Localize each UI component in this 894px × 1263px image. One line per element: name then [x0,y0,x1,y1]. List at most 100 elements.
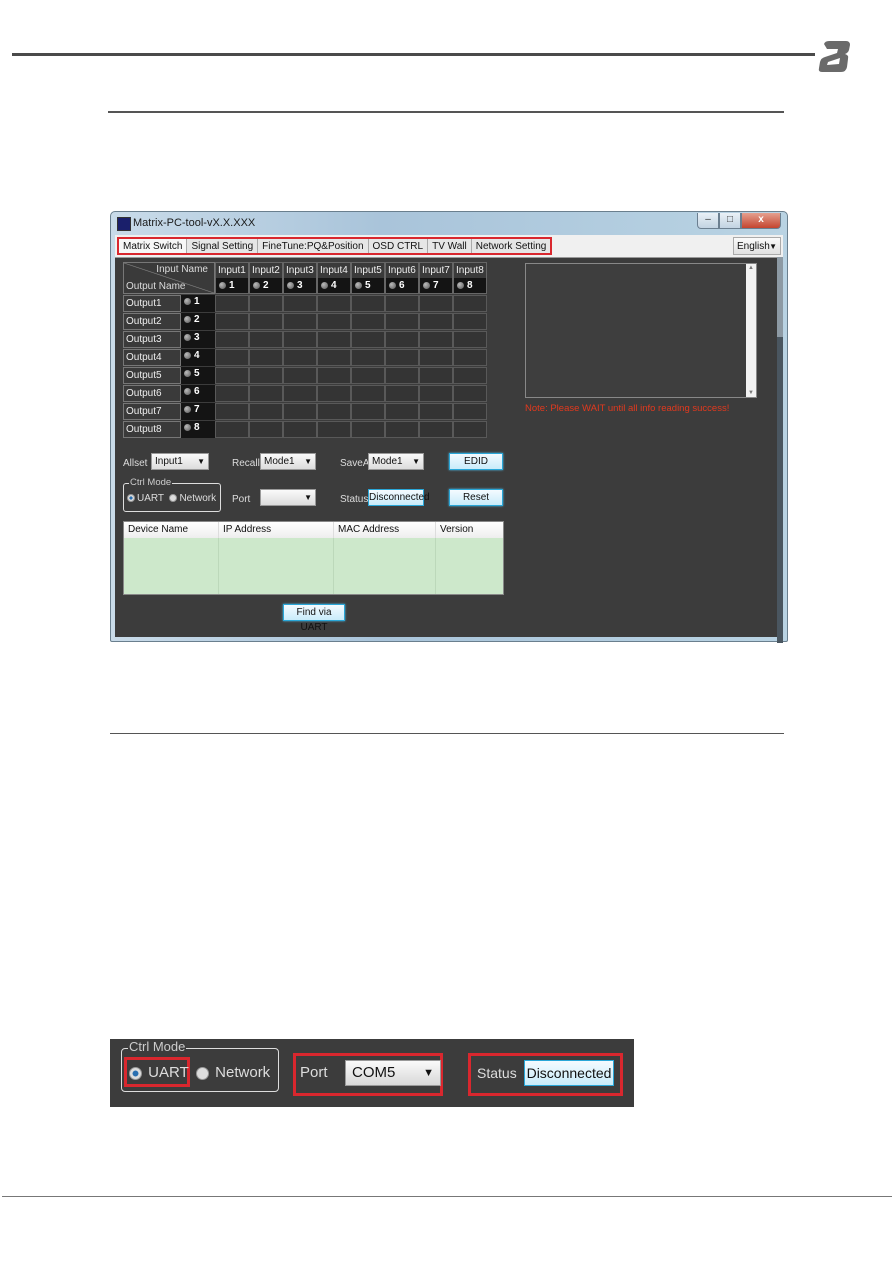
matrix-cell[interactable] [283,367,317,384]
input-column-header[interactable]: Input5 5 [351,262,385,294]
matrix-cell[interactable] [385,313,419,330]
matrix-cell[interactable] [419,331,453,348]
input-column-header[interactable]: Input1 1 [215,262,249,294]
matrix-cell[interactable] [385,421,419,438]
col-mac-address[interactable]: MAC Address [334,522,436,538]
tab-matrix-switch[interactable]: Matrix Switch [119,239,188,253]
matrix-cell[interactable] [385,331,419,348]
input-column-header[interactable]: Input4 4 [317,262,351,294]
tab-finetune[interactable]: FineTune:PQ&Position [258,239,369,253]
output-name[interactable]: Output4 [123,349,181,366]
matrix-cell[interactable] [351,385,385,402]
matrix-cell[interactable] [385,349,419,366]
matrix-cell[interactable] [351,349,385,366]
matrix-cell[interactable] [453,295,487,312]
scroll-up-icon[interactable]: ▲ [748,265,754,271]
allset-select[interactable]: Input1 ▼ [151,453,209,470]
matrix-cell[interactable] [215,331,249,348]
input-column-header[interactable]: Input3 3 [283,262,317,294]
matrix-cell[interactable] [385,403,419,420]
col-ip-address[interactable]: IP Address [219,522,334,538]
matrix-cell[interactable] [419,313,453,330]
matrix-cell[interactable] [453,313,487,330]
window-scrollbar[interactable] [777,257,783,643]
col-version[interactable]: Version [436,522,503,538]
matrix-cell[interactable] [283,349,317,366]
device-table[interactable]: Device Name IP Address MAC Address Versi… [123,521,504,595]
log-scrollbar[interactable]: ▲ ▼ [746,264,756,397]
output-name[interactable]: Output5 [123,367,181,384]
matrix-cell[interactable] [385,295,419,312]
scrollbar-thumb[interactable] [777,257,783,337]
detail-uart-radio[interactable]: UART [129,1064,189,1081]
input-column-header[interactable]: Input7 7 [419,262,453,294]
matrix-cell[interactable] [453,403,487,420]
matrix-cell[interactable] [453,331,487,348]
tab-tv-wall[interactable]: TV Wall [428,239,472,253]
matrix-cell[interactable] [419,403,453,420]
matrix-cell[interactable] [351,331,385,348]
matrix-cell[interactable] [317,385,351,402]
matrix-cell[interactable] [215,421,249,438]
matrix-cell[interactable] [317,313,351,330]
output-name[interactable]: Output1 [123,295,181,312]
matrix-cell[interactable] [419,349,453,366]
matrix-cell[interactable] [419,385,453,402]
maximize-button[interactable]: □ [719,213,741,229]
matrix-cell[interactable] [351,367,385,384]
tab-network-setting[interactable]: Network Setting [471,239,551,253]
matrix-cell[interactable] [283,403,317,420]
matrix-cell[interactable] [351,295,385,312]
input-column-header[interactable]: Input2 2 [249,262,283,294]
output-name[interactable]: Output8 [123,421,181,438]
matrix-cell[interactable] [453,385,487,402]
matrix-cell[interactable] [453,349,487,366]
recall-select[interactable]: Mode1 ▼ [260,453,316,470]
saveas-select[interactable]: Mode1 ▼ [368,453,424,470]
network-radio[interactable]: Network [169,493,216,504]
language-select[interactable]: English ▼ [733,237,781,255]
matrix-cell[interactable] [283,421,317,438]
find-via-uart-button[interactable]: Find via UART [283,604,345,633]
matrix-cell[interactable] [317,295,351,312]
matrix-cell[interactable] [283,331,317,348]
matrix-cell[interactable] [215,403,249,420]
output-name[interactable]: Output7 [123,403,181,420]
matrix-cell[interactable] [317,421,351,438]
matrix-cell[interactable] [385,367,419,384]
matrix-cell[interactable] [249,313,283,330]
matrix-cell[interactable] [249,331,283,348]
detail-network-radio[interactable]: Network [196,1064,270,1081]
matrix-cell[interactable] [351,403,385,420]
matrix-cell[interactable] [249,349,283,366]
output-name[interactable]: Output6 [123,385,181,402]
matrix-cell[interactable] [215,385,249,402]
output-name[interactable]: Output3 [123,331,181,348]
edid-button[interactable]: EDID [449,453,503,470]
matrix-cell[interactable] [317,367,351,384]
scroll-down-icon[interactable]: ▼ [748,390,754,396]
matrix-cell[interactable] [249,295,283,312]
matrix-cell[interactable] [249,367,283,384]
matrix-cell[interactable] [419,421,453,438]
matrix-cell[interactable] [283,295,317,312]
matrix-cell[interactable] [453,367,487,384]
matrix-cell[interactable] [317,403,351,420]
matrix-cell[interactable] [249,403,283,420]
matrix-cell[interactable] [249,421,283,438]
input-column-header[interactable]: Input6 6 [385,262,419,294]
matrix-cell[interactable] [215,313,249,330]
matrix-cell[interactable] [249,385,283,402]
detail-port-select[interactable]: COM5 ▼ [345,1060,441,1086]
uart-radio[interactable]: UART [127,493,164,504]
matrix-cell[interactable] [317,331,351,348]
output-name[interactable]: Output2 [123,313,181,330]
matrix-cell[interactable] [385,385,419,402]
matrix-cell[interactable] [351,313,385,330]
matrix-cell[interactable] [283,313,317,330]
close-button[interactable]: x [741,213,781,229]
matrix-cell[interactable] [215,367,249,384]
matrix-cell[interactable] [419,367,453,384]
matrix-cell[interactable] [215,349,249,366]
tab-signal-setting[interactable]: Signal Setting [187,239,259,253]
